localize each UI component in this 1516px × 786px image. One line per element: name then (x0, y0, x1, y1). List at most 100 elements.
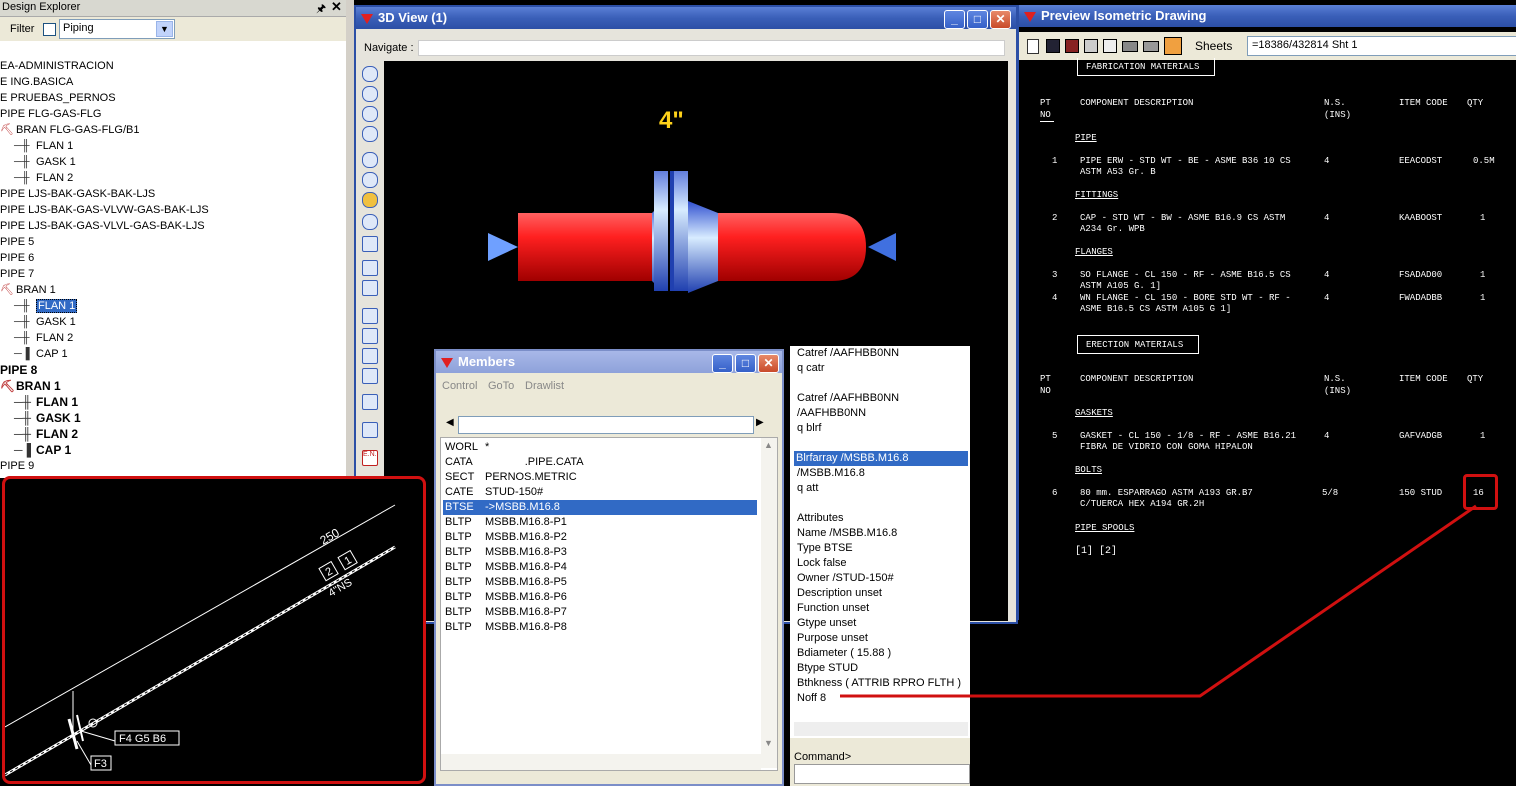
pipe-model[interactable] (484, 171, 904, 321)
clip-box-icon[interactable] (362, 260, 378, 276)
zoom-window-icon[interactable] (362, 66, 378, 82)
output-line: q att (797, 482, 819, 494)
flange-icon: ─╫ (14, 172, 30, 184)
menu-control[interactable]: Control (442, 380, 477, 392)
tree-item[interactable]: PIPE 6 (0, 250, 34, 266)
walk-icon[interactable] (362, 236, 378, 252)
scroll-right-icon[interactable]: ▶ (756, 417, 764, 428)
scroll-track[interactable] (458, 416, 754, 434)
document-icon[interactable] (1027, 39, 1039, 54)
zoom-in-icon[interactable] (362, 86, 378, 102)
zoom-icon[interactable] (362, 152, 378, 168)
zoom-extents-icon[interactable] (362, 106, 378, 122)
member-row[interactable]: SECT PERNOS.METRIC (443, 470, 757, 485)
member-row[interactable]: BLTP MSBB.M16.8-P6 (443, 590, 757, 605)
flange-icon: ─╫ (14, 411, 32, 425)
tree-item[interactable]: ─▐ CAP 1 (14, 346, 68, 362)
members-hscroll[interactable] (441, 754, 761, 770)
filter-dropdown[interactable]: Piping ▼ (59, 19, 175, 39)
zoom-all-icon[interactable] (362, 126, 378, 142)
tree-item[interactable]: PIPE 5 (0, 234, 34, 250)
save-icon[interactable] (1046, 39, 1060, 53)
layer3-icon[interactable] (362, 348, 378, 364)
member-row[interactable]: CATE STUD-150# (443, 485, 757, 500)
output-hscroll[interactable] (794, 722, 968, 736)
tree-item[interactable]: EA-ADMINISTRACION (0, 58, 114, 74)
command-input[interactable] (794, 764, 970, 784)
close-button[interactable]: ✕ (758, 354, 779, 373)
chevron-down-icon[interactable]: ▼ (156, 21, 173, 37)
tree-item[interactable]: ─╫ FLAN 2 (14, 170, 73, 186)
member-row[interactable]: BLTP MSBB.M16.8-P2 (443, 530, 757, 545)
member-row[interactable]: BLTP MSBB.M16.8-P8 (443, 620, 757, 635)
tree-item[interactable]: PIPE LJS-BAK-GAS-VLVL-GAS-BAK-LJS (0, 218, 205, 234)
scroll-down-icon[interactable]: ▼ (764, 738, 773, 748)
tree-item[interactable]: PIPE 8 (0, 362, 37, 378)
tree-item[interactable]: ⛏BRAN 1 (0, 282, 56, 298)
layer2-icon[interactable] (362, 328, 378, 344)
member-row[interactable]: BLTP MSBB.M16.8-P7 (443, 605, 757, 620)
members-list[interactable]: ▲ ▼ WORL * CATA .PIPE.CATA SECT PERNOS.METRI… (440, 437, 778, 771)
close-icon[interactable]: ✕ (331, 0, 342, 15)
member-row[interactable]: BLTP MSBB.M16.8-P3 (443, 545, 757, 560)
member-row[interactable]: BLTP MSBB.M16.8-P1 (443, 515, 757, 530)
menu-goto[interactable]: GoTo (488, 380, 514, 392)
navigate-input[interactable] (418, 40, 1005, 56)
tree-item[interactable]: PIPE 7 (0, 266, 34, 282)
member-row[interactable]: BLTP MSBB.M16.8-P5 (443, 575, 757, 590)
panel-splitter[interactable] (346, 0, 354, 478)
tree-item[interactable]: PIPE FLG-GAS-FLG (0, 106, 101, 122)
tree-item[interactable]: E ING.BASICA (0, 74, 73, 90)
print-preview-icon[interactable] (1103, 39, 1117, 53)
tree-item[interactable]: ─╫ FLAN 2 (14, 330, 73, 346)
tree-item[interactable]: ─╫ FLAN 1 (14, 298, 78, 314)
output-line: /AAFHBB0NN (797, 407, 867, 419)
menu-drawlist[interactable]: Drawlist (525, 380, 564, 392)
tree-item[interactable]: E PRUEBAS_PERNOS (0, 90, 116, 106)
clip-icon[interactable] (362, 280, 378, 296)
section-icon[interactable] (362, 394, 378, 410)
output-line: Catref /AAFHBB0NN (797, 392, 900, 404)
sheets-field[interactable]: =18386/432814 Sht 1 (1247, 36, 1516, 56)
rotate-icon[interactable] (362, 192, 378, 208)
tree-item[interactable]: PIPE 9 (0, 458, 34, 474)
tree-item[interactable]: ─▐ CAP 1 (14, 442, 71, 458)
maximize-button[interactable]: □ (735, 354, 756, 373)
minimize-button[interactable]: _ (712, 354, 733, 373)
engineering-icon[interactable]: E.N. (362, 450, 378, 466)
filter-checkbox[interactable] (43, 23, 56, 36)
pan-icon[interactable] (362, 214, 378, 230)
tree-item[interactable]: ─╫ GASK 1 (14, 410, 81, 426)
fabrication-header: FABRICATION MATERIALS (1086, 62, 1200, 72)
member-row[interactable]: WORL * (443, 440, 757, 455)
scroll-up-icon[interactable]: ▲ (764, 440, 773, 450)
tree-item[interactable]: PIPE LJS-BAK-GAS-VLVW-GAS-BAK-LJS (0, 202, 209, 218)
print-setup-icon[interactable] (1143, 41, 1159, 52)
minimize-button[interactable]: _ (944, 10, 965, 29)
close-button[interactable]: ✕ (990, 10, 1011, 29)
layer1-icon[interactable] (362, 308, 378, 324)
tree-item[interactable]: ─╫ FLAN 2 (14, 426, 78, 442)
tree-item[interactable]: ─╫ GASK 1 (14, 314, 76, 330)
tree-item[interactable]: ─╫ GASK 1 (14, 154, 76, 170)
target-icon[interactable] (362, 422, 378, 438)
maximize-button[interactable]: □ (967, 10, 988, 29)
horizontal-scroll-top[interactable]: ◀ ▶ (446, 415, 768, 434)
member-row[interactable]: BLTP MSBB.M16.8-P4 (443, 560, 757, 575)
members-vscroll[interactable]: ▲ ▼ (761, 438, 777, 768)
tree-item[interactable]: ⛏BRAN 1 (0, 378, 61, 394)
copy-icon[interactable] (1084, 39, 1098, 53)
zoom-plus-icon[interactable] (362, 172, 378, 188)
save-all-icon[interactable] (1065, 39, 1079, 53)
tree-item[interactable]: ─╫ FLAN 1 (14, 394, 78, 410)
layer4-icon[interactable] (362, 368, 378, 384)
member-row[interactable]: CATA .PIPE.CATA (443, 455, 757, 470)
tree-item[interactable]: PIPE LJS-BAK-GASK-BAK-LJS (0, 186, 155, 202)
member-type: BLTP (445, 606, 472, 618)
tree-item[interactable]: ─╫ FLAN 1 (14, 138, 73, 154)
member-row[interactable]: BTSE ->MSBB.M16.8 (443, 500, 757, 515)
print-icon[interactable] (1122, 41, 1138, 52)
scroll-left-icon[interactable]: ◀ (446, 417, 454, 428)
tree-item[interactable]: ⛏ BRAN FLG-GAS-FLG/B1 (0, 122, 139, 138)
properties-icon[interactable] (1164, 37, 1182, 55)
